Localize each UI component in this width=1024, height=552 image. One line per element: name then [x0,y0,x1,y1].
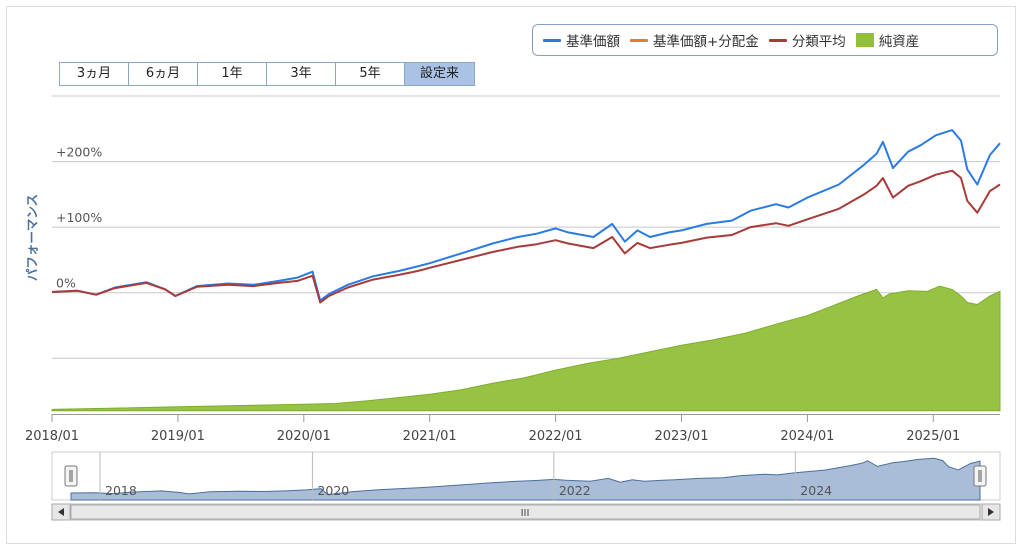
range-button-5y[interactable]: 5年 [336,63,405,85]
legend-swatch-nav-with-dividends [630,38,648,42]
legend-swatch-nav [543,38,561,42]
range-button-since-inception[interactable]: 設定来 [405,63,474,85]
legend-label-category-average: 分類平均 [791,34,846,50]
legend-item-category-average[interactable]: 分類平均 [768,30,846,50]
legend-swatch-net-assets [855,33,874,47]
range-button-3y[interactable]: 3年 [267,63,336,85]
range-button-1y[interactable]: 1年 [198,63,267,85]
legend-item-nav-with-dividends[interactable]: 基準価額+分配金 [630,30,759,50]
legend-item-nav[interactable]: 基準価額 [543,30,620,50]
legend-label-nav: 基準価額 [566,34,620,50]
chart-legend: 基準価額 基準価額+分配金 分類平均 純資産 [532,24,998,56]
range-button-3m[interactable]: 3ヵ月 [60,63,129,85]
range-selector: 3ヵ月 6ヵ月 1年 3年 5年 設定来 [59,62,475,86]
legend-label-net-assets: 純資産 [878,34,920,50]
chart-panel [6,6,1016,544]
legend-item-net-assets[interactable]: 純資産 [855,30,920,50]
legend-swatch-category-average [768,38,787,42]
legend-label-nav-with-dividends: 基準価額+分配金 [653,34,759,50]
range-button-6m[interactable]: 6ヵ月 [129,63,198,85]
y-axis-title: パフォーマンス [24,193,40,282]
